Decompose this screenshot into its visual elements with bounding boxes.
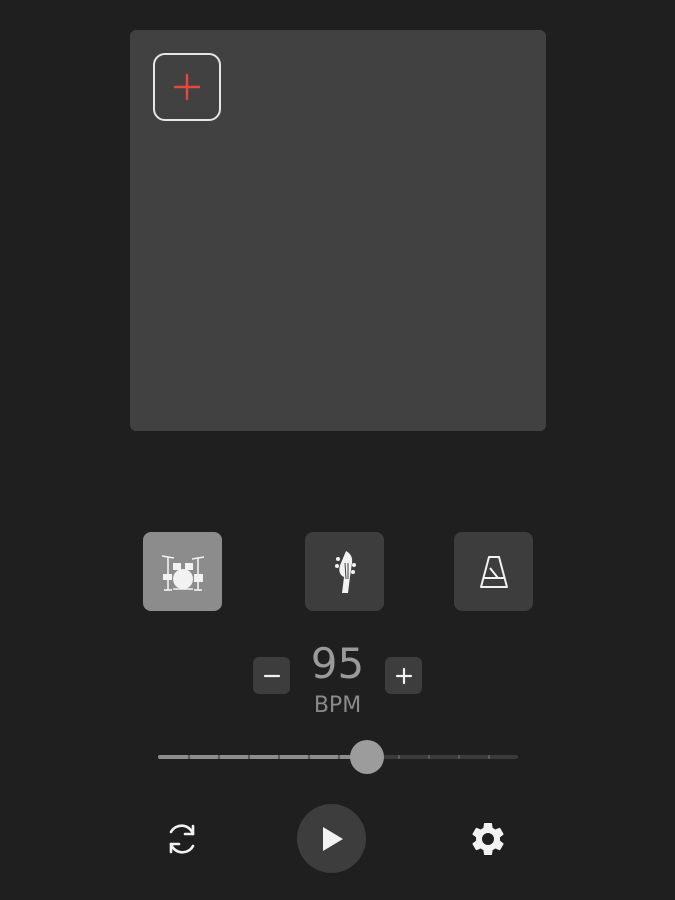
slider-tick [488, 755, 490, 759]
minus-icon [263, 674, 280, 677]
loop-button[interactable] [160, 817, 204, 861]
pad-area[interactable] [130, 30, 546, 431]
metronome-icon [479, 555, 508, 588]
bass-mode-button[interactable] [305, 532, 384, 611]
bpm-value: 95 [310, 639, 365, 688]
add-pad-button[interactable] [153, 53, 221, 121]
play-icon [322, 826, 343, 851]
play-button[interactable] [297, 804, 366, 873]
gear-icon [472, 822, 504, 855]
slider-tick [398, 755, 400, 759]
tempo-slider[interactable] [158, 740, 518, 774]
slider-tick [248, 755, 250, 759]
bpm-unit-label: BPM [313, 693, 362, 718]
app-screen: 95 BPM [0, 0, 675, 900]
bpm-increase-button[interactable] [385, 657, 422, 694]
loop-icon [169, 824, 195, 854]
metronome-mode-button[interactable] [454, 532, 533, 611]
slider-tick [188, 755, 190, 759]
slider-tick [458, 755, 460, 759]
slider-tick [218, 755, 220, 759]
slider-tick [278, 755, 280, 759]
slider-tick [428, 755, 430, 759]
bass-guitar-headstock-icon [334, 550, 356, 593]
plus-icon [395, 667, 412, 684]
slider-thumb[interactable] [349, 740, 384, 774]
drum-kit-icon [161, 554, 204, 591]
drums-mode-button[interactable] [143, 532, 222, 611]
slider-tick [338, 755, 340, 759]
settings-button[interactable] [466, 817, 510, 861]
plus-icon [173, 73, 201, 101]
slider-tick [308, 755, 310, 759]
bpm-decrease-button[interactable] [253, 657, 290, 694]
